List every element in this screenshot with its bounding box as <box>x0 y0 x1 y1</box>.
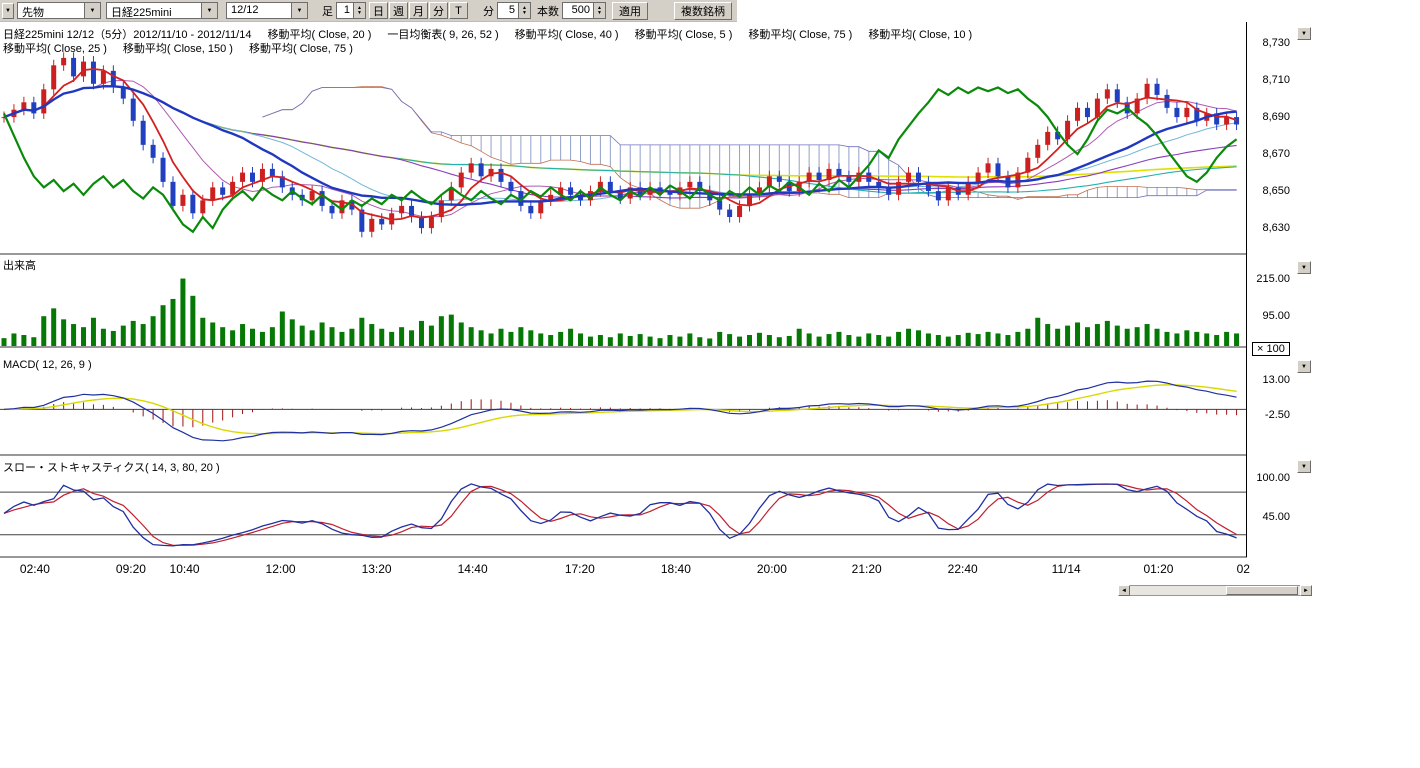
collapsed-combo-arrow-icon[interactable]: ▼ <box>2 3 14 19</box>
chart-canvas[interactable] <box>0 22 1248 567</box>
x-axis-tick-label: 12:00 <box>259 562 303 576</box>
x-axis-tick-label: 17:20 <box>558 562 602 576</box>
x-axis-tick-label: 18:40 <box>654 562 698 576</box>
trading-chart-window: ▼ 先物 ▼ 日経225mini ▼ 12/12 ▼ 足 1 ▲▼ 日 週 月 … <box>0 0 1420 768</box>
indicator-label-ma75: 移動平均( Close, 75 ) <box>748 26 852 42</box>
x-axis-tick-label: 11/14 <box>1044 562 1088 576</box>
scrollbar-thumb[interactable] <box>1226 586 1298 595</box>
price-axis-column: 8,730 8,710 8,690 8,670 8,650 8,630 215.00 95.0… <box>1248 22 1292 567</box>
multi-symbol-button[interactable]: 複数銘柄 <box>674 2 732 20</box>
indicator-label-ma40: 移動平均( Close, 40 ) <box>515 26 619 42</box>
y-axis-tick-label: 100.00 <box>1256 472 1290 484</box>
indicator-label-ma150: 移動平均( Close, 150 ) <box>123 40 233 56</box>
period-week-button[interactable]: 週 <box>389 2 408 19</box>
apply-button[interactable]: 適用 <box>612 2 648 20</box>
minute-value: 5 <box>498 3 518 18</box>
price-scale-menu-button[interactable]: ▼ <box>1297 27 1311 40</box>
bar-count-value: 500 <box>563 3 593 18</box>
spinner-arrows-icon[interactable]: ▲▼ <box>353 3 365 18</box>
x-axis-tick-label: 21:20 <box>845 562 889 576</box>
scroll-left-icon[interactable]: ◄ <box>1118 585 1130 596</box>
toolbar: ▼ 先物 ▼ 日経225mini ▼ 12/12 ▼ 足 1 ▲▼ 日 週 月 … <box>0 0 737 22</box>
x-axis-tick-label: 10:40 <box>163 562 207 576</box>
scroll-right-icon[interactable]: ► <box>1300 585 1312 596</box>
market-select-value: 先物 <box>18 3 84 18</box>
period-tick-button[interactable]: T <box>449 2 468 19</box>
y-axis-tick-label: 8,650 <box>1262 185 1290 197</box>
symbol-select[interactable]: 日経225mini ▼ <box>106 2 218 19</box>
indicator-label-ma5: 移動平均( Close, 5 ) <box>635 26 733 42</box>
stoch-panel-label: スロー・ストキャスティクス( 14, 3, 80, 20 ) <box>3 459 220 475</box>
market-select[interactable]: 先物 ▼ <box>17 2 101 19</box>
x-axis-tick-label: 01:20 <box>1136 562 1180 576</box>
chevron-down-icon[interactable]: ▼ <box>84 3 100 18</box>
bar-count-label: 本数 <box>537 3 559 19</box>
y-axis-tick-label: 8,630 <box>1262 222 1290 234</box>
y-axis-tick-label: 8,710 <box>1262 74 1290 86</box>
x-axis-tick-label: 09:20 <box>109 562 153 576</box>
period-day-button[interactable]: 日 <box>369 2 388 19</box>
time-axis: 02:40 09:20 10:40 12:00 13:20 14:40 17:20 18:40… <box>0 562 1312 578</box>
contract-month-value: 12/12 <box>227 3 291 18</box>
x-axis-tick-label: 02:40 <box>13 562 57 576</box>
bar-count-stepper[interactable]: 500 ▲▼ <box>562 2 606 19</box>
scrollbar-track[interactable] <box>1130 585 1300 596</box>
spinner-arrows-icon[interactable]: ▲▼ <box>518 3 530 18</box>
chevron-down-icon[interactable]: ▼ <box>291 3 307 18</box>
x-axis-tick-label: 13:20 <box>355 562 399 576</box>
y-axis-tick-label: 8,730 <box>1262 37 1290 49</box>
stoch-scale-menu-button[interactable]: ▼ <box>1297 460 1311 473</box>
x-axis-tick-label: 02 <box>1221 562 1265 576</box>
y-axis-tick-label: -2.50 <box>1265 409 1290 421</box>
y-axis-tick-label: 13.00 <box>1262 374 1290 386</box>
minute-label: 分 <box>483 3 494 19</box>
indicator-label-ma25: 移動平均( Close, 25 ) <box>3 40 107 56</box>
y-axis-tick-label: 8,690 <box>1262 111 1290 123</box>
x-axis-tick-label: 22:40 <box>941 562 985 576</box>
volume-scale-menu-button[interactable]: ▼ <box>1297 261 1311 274</box>
indicator-label-ma10: 移動平均( Close, 10 ) <box>868 26 972 42</box>
x-axis-tick-label: 20:00 <box>750 562 794 576</box>
symbol-select-value: 日経225mini <box>107 3 201 18</box>
y-axis-tick-label: 45.00 <box>1262 511 1290 523</box>
indicator-label-ma75b: 移動平均( Close, 75 ) <box>249 40 353 56</box>
x-axis-tick-label: 14:40 <box>451 562 495 576</box>
spinner-arrows-icon[interactable]: ▲▼ <box>593 3 605 18</box>
period-minute-button[interactable]: 分 <box>429 2 448 19</box>
interval-value: 1 <box>337 3 353 18</box>
y-axis-tick-label: 8,670 <box>1262 148 1290 160</box>
contract-month-select[interactable]: 12/12 ▼ <box>226 2 308 19</box>
minute-stepper[interactable]: 5 ▲▼ <box>497 2 531 19</box>
volume-panel-label: 出来高 <box>3 257 36 273</box>
timeframe-label: 足 <box>322 3 333 19</box>
y-axis-tick-label: 95.00 <box>1262 310 1290 322</box>
interval-stepper[interactable]: 1 ▲▼ <box>336 2 366 19</box>
period-month-button[interactable]: 月 <box>409 2 428 19</box>
macd-scale-menu-button[interactable]: ▼ <box>1297 360 1311 373</box>
indicator-label-ichimoku: 一目均衡表( 9, 26, 52 ) <box>387 26 498 42</box>
chevron-down-icon[interactable]: ▼ <box>201 3 217 18</box>
y-axis-tick-label: 215.00 <box>1256 273 1290 285</box>
chart-horizontal-scrollbar[interactable]: ◄ ► <box>1118 585 1312 596</box>
volume-multiplier-badge: × 100 <box>1252 342 1290 356</box>
macd-panel-label: MACD( 12, 26, 9 ) <box>3 359 92 371</box>
chart-header-line2: 移動平均( Close, 25 ) 移動平均( Close, 150 ) 移動平… <box>3 40 353 56</box>
